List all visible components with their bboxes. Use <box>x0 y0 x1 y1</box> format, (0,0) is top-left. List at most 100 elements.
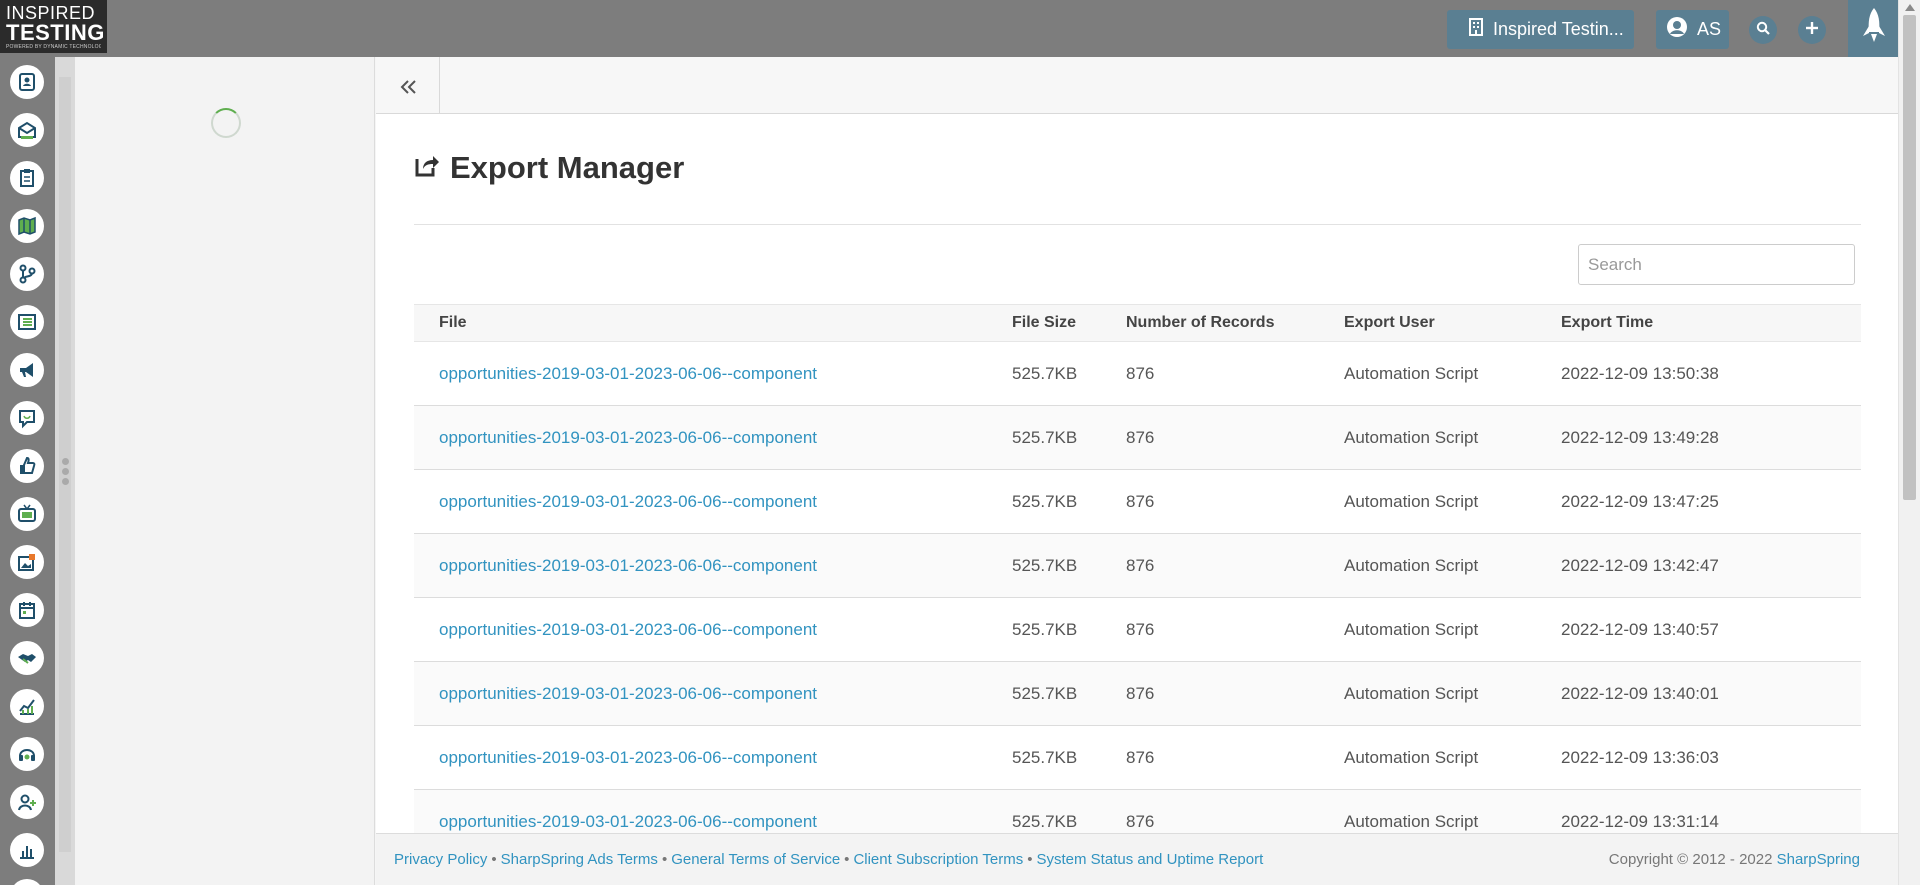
panel-resize-handle[interactable] <box>59 455 71 488</box>
system-status-link[interactable]: System Status and Uptime Report <box>1037 851 1264 868</box>
export-time-cell: 2022-12-09 13:42:47 <box>1561 533 1861 598</box>
table-row: opportunities-2019-03-01-2023-06-06--com… <box>414 661 1861 726</box>
calendar-icon[interactable] <box>10 593 44 627</box>
company-switcher-button[interactable]: Inspired Testin... <box>1447 10 1634 49</box>
plus-icon <box>1804 20 1820 41</box>
file-link[interactable]: opportunities-2019-03-01-2023-06-06--com… <box>439 620 817 639</box>
table-row: opportunities-2019-03-01-2023-06-06--com… <box>414 341 1861 406</box>
export-user-cell: Automation Script <box>1344 533 1561 598</box>
search-icon <box>1756 21 1770 40</box>
sharpspring-link[interactable]: SharpSpring <box>1777 851 1860 868</box>
ads-terms-link[interactable]: SharpSpring Ads Terms <box>501 851 658 868</box>
file-size-cell: 525.7KB <box>1012 789 1126 833</box>
company-name: Inspired Testin... <box>1493 19 1624 39</box>
footer: Privacy Policy • SharpSpring Ads Terms • Gen… <box>376 833 1898 885</box>
file-link[interactable]: opportunities-2019-03-01-2023-06-06--com… <box>439 556 817 575</box>
export-icon <box>414 150 440 186</box>
file-size-cell: 525.7KB <box>1012 533 1126 598</box>
column-header-export-user[interactable]: Export User <box>1344 304 1561 342</box>
map-icon[interactable] <box>10 209 44 243</box>
privacy-policy-link[interactable]: Privacy Policy <box>394 851 487 868</box>
column-header-number-of-records[interactable]: Number of Records <box>1126 304 1344 342</box>
records-cell: 876 <box>1126 725 1344 790</box>
file-size-cell: 525.7KB <box>1012 341 1126 406</box>
records-cell: 876 <box>1126 469 1344 534</box>
logo-tagline: POWERED BY DYNAMIC TECHNOLOGIES <box>6 44 101 50</box>
export-time-cell: 2022-12-09 13:36:03 <box>1561 725 1861 790</box>
double-chevron-left-icon <box>400 68 416 102</box>
like-icon[interactable] <box>10 449 44 483</box>
export-user-cell: Automation Script <box>1344 597 1561 662</box>
export-time-cell: 2022-12-09 13:40:57 <box>1561 597 1861 662</box>
records-cell: 876 <box>1126 597 1344 662</box>
terms-of-service-link[interactable]: General Terms of Service <box>671 851 840 868</box>
company-logo[interactable]: INSPIRED TESTING POWERED BY DYNAMIC TECH… <box>0 0 107 53</box>
file-link[interactable]: opportunities-2019-03-01-2023-06-06--com… <box>439 748 817 767</box>
footer-separator: • <box>491 851 497 868</box>
analytics-icon[interactable] <box>10 689 44 723</box>
file-link[interactable]: opportunities-2019-03-01-2023-06-06--com… <box>439 492 817 511</box>
export-user-cell: Automation Script <box>1344 469 1561 534</box>
loading-spinner-icon <box>211 108 241 138</box>
export-time-cell: 2022-12-09 13:40:01 <box>1561 661 1861 726</box>
export-time-cell: 2022-12-09 13:31:14 <box>1561 789 1861 833</box>
media-icon[interactable] <box>10 497 44 531</box>
column-header-export-time[interactable]: Export Time <box>1561 304 1861 342</box>
search-input[interactable] <box>1578 244 1855 285</box>
page-scrollbar[interactable] <box>1898 0 1920 885</box>
add-button[interactable] <box>1798 16 1826 44</box>
launch-button[interactable] <box>1848 0 1900 57</box>
file-size-cell: 525.7KB <box>1012 597 1126 662</box>
chat-icon[interactable] <box>10 401 44 435</box>
more-apps-icon[interactable] <box>10 879 44 885</box>
file-link[interactable]: opportunities-2019-03-01-2023-06-06--com… <box>439 812 817 831</box>
export-user-cell: Automation Script <box>1344 789 1561 833</box>
email-icon[interactable] <box>10 113 44 147</box>
file-link[interactable]: opportunities-2019-03-01-2023-06-06--com… <box>439 428 817 447</box>
records-cell: 876 <box>1126 405 1344 470</box>
table-header-row: File File Size Number of Records Export … <box>414 304 1861 342</box>
images-icon[interactable] <box>10 545 44 579</box>
logo-line-2: TESTING <box>6 20 105 45</box>
column-header-file[interactable]: File <box>414 304 1012 342</box>
content-toolbar <box>376 57 1898 114</box>
page-scroll-thumb[interactable] <box>1903 15 1916 500</box>
user-menu-button[interactable]: AS <box>1656 10 1729 49</box>
main-content: Export Manager File File Size Number of … <box>376 114 1898 833</box>
scroll-up-arrow-icon[interactable] <box>1905 4 1915 11</box>
reports-icon[interactable] <box>10 833 44 867</box>
file-size-cell: 525.7KB <box>1012 469 1126 534</box>
search-button[interactable] <box>1749 16 1777 44</box>
rocket-icon <box>1859 6 1889 51</box>
handshake-icon[interactable] <box>10 641 44 675</box>
records-cell: 876 <box>1126 341 1344 406</box>
exports-table: File File Size Number of Records Export … <box>414 304 1861 833</box>
table-row: opportunities-2019-03-01-2023-06-06--com… <box>414 533 1861 598</box>
file-link[interactable]: opportunities-2019-03-01-2023-06-06--com… <box>439 364 817 383</box>
avatar-icon <box>1666 16 1688 43</box>
add-user-icon[interactable] <box>10 785 44 819</box>
copyright: Copyright © 2012 - 2022 SharpSpring <box>1609 851 1860 868</box>
page-title-text: Export Manager <box>450 150 685 185</box>
forms-icon[interactable] <box>10 161 44 195</box>
table-row: opportunities-2019-03-01-2023-06-06--com… <box>414 725 1861 790</box>
subscription-terms-link[interactable]: Client Subscription Terms <box>853 851 1023 868</box>
megaphone-icon[interactable] <box>10 353 44 387</box>
file-size-cell: 525.7KB <box>1012 405 1126 470</box>
records-cell: 876 <box>1126 661 1344 726</box>
export-user-cell: Automation Script <box>1344 725 1561 790</box>
file-size-cell: 525.7KB <box>1012 661 1126 726</box>
records-cell: 876 <box>1126 533 1344 598</box>
file-link[interactable]: opportunities-2019-03-01-2023-06-06--com… <box>439 684 817 703</box>
top-bar: INSPIRED TESTING POWERED BY DYNAMIC TECH… <box>0 0 1920 57</box>
list-icon[interactable] <box>10 305 44 339</box>
collapse-panel-button[interactable] <box>376 57 440 113</box>
file-size-cell: 525.7KB <box>1012 725 1126 790</box>
contacts-icon[interactable] <box>10 65 44 99</box>
workflow-icon[interactable] <box>10 257 44 291</box>
column-header-file-size[interactable]: File Size <box>1012 304 1126 342</box>
app-nav-rail <box>0 57 55 885</box>
support-icon[interactable] <box>10 737 44 771</box>
footer-separator: • <box>1027 851 1033 868</box>
export-user-cell: Automation Script <box>1344 341 1561 406</box>
